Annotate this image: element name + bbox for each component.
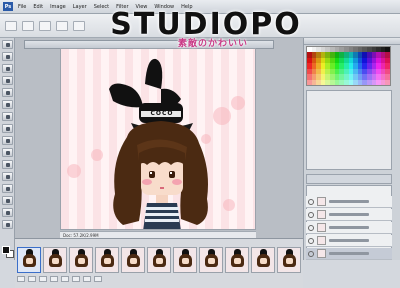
option-button[interactable] — [22, 20, 34, 31]
visibility-eye-icon[interactable] — [308, 211, 314, 218]
animation-frame[interactable] — [95, 247, 119, 273]
delete-frame-icon[interactable] — [94, 276, 102, 282]
brush-tool-icon[interactable] — [1, 112, 13, 121]
document-status-bar: Doc: 57.2K/2.99M — [60, 231, 256, 238]
layers-panel-header[interactable] — [306, 174, 392, 184]
frame-thumbnail-face — [26, 258, 33, 264]
animation-frame[interactable] — [69, 247, 93, 273]
dodge-tool-icon[interactable] — [1, 160, 13, 169]
layer-row[interactable] — [306, 196, 392, 208]
character-artwork — [109, 58, 208, 229]
layer-row[interactable] — [306, 209, 392, 221]
tool-preset-button[interactable] — [5, 20, 17, 31]
eraser-tool-icon[interactable] — [1, 136, 13, 145]
overlay-subtitle: 素敵のかわいい — [177, 38, 248, 49]
layer-thumbnail — [317, 223, 326, 232]
layer-row-selected[interactable] — [306, 248, 392, 260]
animation-frame[interactable] — [251, 247, 275, 273]
frame-thumbnail-face — [208, 258, 215, 264]
magic-wand-tool-icon[interactable] — [1, 76, 13, 85]
layer-name — [329, 226, 369, 229]
layer-thumbnail — [317, 210, 326, 219]
duplicate-frame-icon[interactable] — [83, 276, 91, 282]
layer-thumbnail — [317, 197, 326, 206]
swatches-panel-header[interactable] — [304, 38, 400, 45]
frame-thumbnail-face — [234, 258, 241, 264]
visibility-eye-icon[interactable] — [308, 224, 314, 231]
animation-frame[interactable] — [147, 247, 171, 273]
foreground-color-swatch[interactable] — [2, 246, 10, 254]
frame-thumbnail-face — [78, 258, 85, 264]
swatches-grid[interactable] — [306, 46, 391, 86]
layer-thumbnail — [317, 236, 326, 245]
prev-frame-icon[interactable] — [39, 276, 47, 282]
first-frame-icon[interactable] — [28, 276, 36, 282]
play-icon[interactable] — [50, 276, 58, 282]
pen-tool-icon[interactable] — [1, 172, 13, 181]
visibility-eye-icon[interactable] — [308, 198, 314, 205]
frame-thumbnail-face — [182, 258, 189, 264]
animation-frame[interactable] — [199, 247, 223, 273]
frame-thumbnail-face — [156, 258, 163, 264]
animation-frame[interactable] — [17, 247, 41, 273]
lasso-tool-icon[interactable] — [1, 64, 13, 73]
visibility-eye-icon[interactable] — [308, 250, 314, 257]
hand-tool-icon[interactable] — [1, 208, 13, 217]
stamp-tool-icon[interactable] — [1, 124, 13, 133]
frame-thumbnail-face — [104, 258, 111, 264]
layer-name — [329, 213, 369, 216]
animation-frame[interactable] — [43, 247, 67, 273]
option-button[interactable] — [73, 20, 85, 31]
adjustments-panel — [306, 90, 392, 170]
crop-tool-icon[interactable] — [1, 88, 13, 97]
type-tool-icon[interactable] — [1, 184, 13, 193]
gradient-tool-icon[interactable] — [1, 148, 13, 157]
layer-name — [329, 252, 369, 255]
animation-frames — [17, 247, 301, 273]
option-button[interactable] — [39, 20, 51, 31]
layer-name — [329, 239, 369, 242]
menu-file[interactable]: File — [16, 3, 28, 11]
layer-row[interactable] — [306, 235, 392, 247]
shape-tool-icon[interactable] — [1, 196, 13, 205]
app-window: Ps File Edit Image Layer Select Filter V… — [0, 0, 400, 288]
option-button[interactable] — [56, 20, 68, 31]
visibility-eye-icon[interactable] — [308, 237, 314, 244]
frame-thumbnail-face — [130, 258, 137, 264]
layer-name — [329, 200, 369, 203]
layer-thumbnail — [317, 249, 326, 258]
layer-row[interactable] — [306, 222, 392, 234]
animation-frame[interactable] — [121, 247, 145, 273]
animation-frame[interactable] — [173, 247, 197, 273]
swatch-cell[interactable] — [385, 79, 390, 85]
app-logo: Ps — [3, 2, 13, 11]
eyedropper-tool-icon[interactable] — [1, 100, 13, 109]
marquee-tool-icon[interactable] — [1, 52, 13, 61]
animation-controls — [17, 276, 102, 282]
menu-layer[interactable]: Layer — [71, 3, 89, 11]
menu-edit[interactable]: Edit — [31, 3, 45, 11]
toolbox — [0, 38, 15, 260]
loop-select-icon[interactable] — [17, 276, 25, 282]
zoom-tool-icon[interactable] — [1, 220, 13, 229]
hat-label: COCO — [150, 110, 174, 117]
frame-thumbnail-face — [260, 258, 267, 264]
frame-thumbnail-face — [286, 258, 293, 264]
menu-image[interactable]: Image — [48, 3, 68, 11]
document-canvas[interactable]: COCO — [60, 48, 256, 230]
animation-frame[interactable] — [277, 247, 301, 273]
move-tool-icon[interactable] — [1, 40, 13, 49]
next-frame-icon[interactable] — [61, 276, 69, 282]
frame-thumbnail-face — [52, 258, 59, 264]
animation-frame[interactable] — [225, 247, 249, 273]
tween-icon[interactable] — [72, 276, 80, 282]
